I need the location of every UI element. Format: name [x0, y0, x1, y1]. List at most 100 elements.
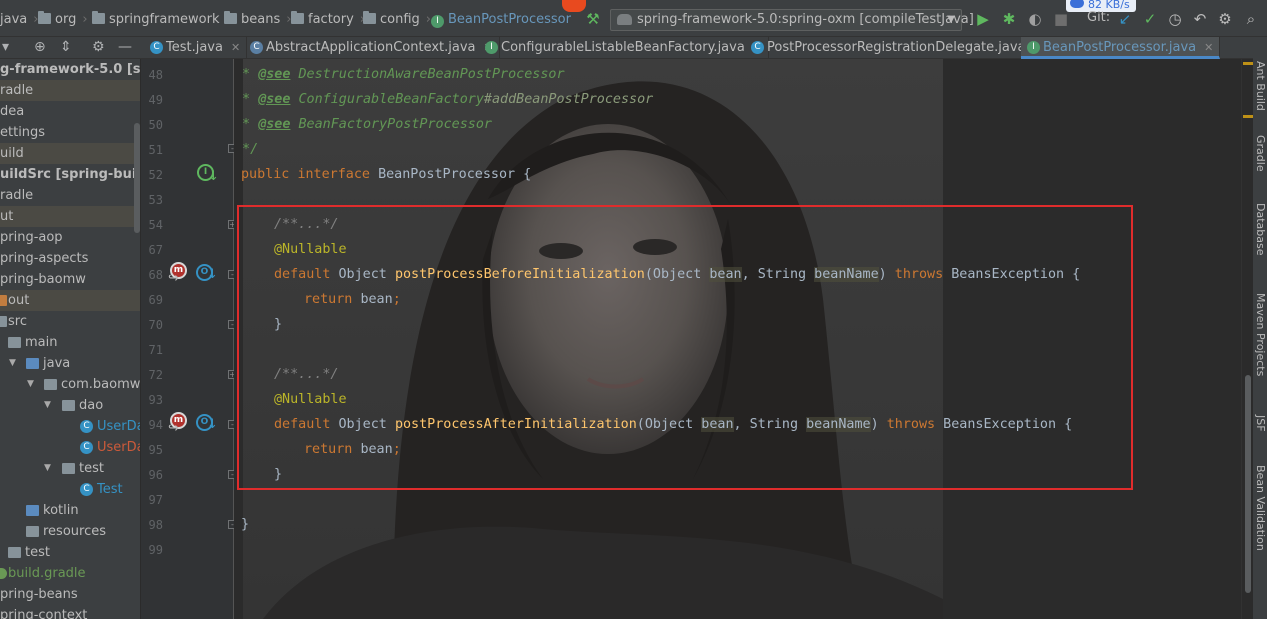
build-hammer-icon[interactable]: ⚒: [584, 10, 602, 28]
tab-configurable-listable-bean-factory[interactable]: IConfigurableListableBeanFactory.java✕: [479, 37, 770, 59]
chevron-down-icon[interactable]: ▼: [9, 353, 16, 374]
breadcrumb-factory[interactable]: factory›: [291, 11, 365, 29]
tree-item[interactable]: pring-aop: [0, 227, 140, 248]
code-line-51: */: [234, 142, 259, 157]
breadcrumb-springframework[interactable]: springframework›: [92, 11, 231, 29]
code-line-93: @Nullable: [274, 392, 347, 407]
tree-item-test[interactable]: test: [0, 542, 140, 563]
breadcrumb-org[interactable]: org ›: [38, 11, 88, 29]
git-update-icon[interactable]: ↙: [1116, 10, 1134, 28]
warning-stripe-marker[interactable]: [1243, 62, 1253, 65]
tree-item-out[interactable]: out: [0, 290, 140, 311]
warning-stripe-marker[interactable]: [1243, 115, 1253, 118]
locate-icon[interactable]: ⊕: [34, 39, 46, 55]
tree-item-resources[interactable]: resources: [0, 521, 140, 542]
tree-item[interactable]: pring-baomw: [0, 269, 140, 290]
code-editor[interactable]: * @see DestructionAwareBeanPostProcessor…: [234, 59, 1241, 619]
editor-scrollbar[interactable]: [1241, 59, 1253, 619]
gear-icon[interactable]: ⚙: [92, 39, 105, 55]
tree-item-java[interactable]: ▼ java: [0, 353, 140, 374]
tree-item-class[interactable]: C UserDa: [0, 416, 140, 437]
dropdown-icon[interactable]: ▾: [2, 39, 9, 55]
implementations-arrow-icon[interactable]: ↓: [207, 417, 218, 432]
debug-icon[interactable]: ✱: [1000, 10, 1018, 28]
breadcrumb-java[interactable]: java ›: [0, 11, 38, 29]
code-line-72-folded-doc[interactable]: /**...*/: [274, 362, 339, 387]
chevron-down-icon[interactable]: ▼: [44, 395, 51, 416]
folder-icon: [8, 337, 21, 348]
class-icon: C: [150, 41, 163, 54]
code-line-96: }: [274, 467, 283, 482]
overriding-arrow-icon[interactable]: ↪: [168, 421, 179, 436]
close-icon[interactable]: ✕: [231, 41, 240, 54]
tab-post-processor-registration-delegate[interactable]: CPostProcessorRegistrationDelegate.java✕: [745, 37, 1050, 59]
line-number: 97: [148, 493, 163, 507]
tool-database[interactable]: Database: [1253, 203, 1267, 256]
hide-icon[interactable]: —: [118, 39, 132, 55]
gradle-icon: [617, 14, 632, 25]
coverage-icon[interactable]: ◐: [1026, 10, 1044, 28]
implementations-arrow-icon[interactable]: ↓: [208, 169, 219, 184]
tree-item[interactable]: uild: [0, 143, 140, 164]
tab-abstract-application-context[interactable]: CAbstractApplicationContext.java✕: [244, 37, 500, 59]
chevron-down-icon[interactable]: ▼: [27, 374, 34, 395]
tree-item-class[interactable]: C Test: [0, 479, 140, 500]
tree-item-kotlin[interactable]: kotlin: [0, 500, 140, 521]
tab-bean-post-processor[interactable]: I BeanPostProcessor.java ✕: [1021, 37, 1221, 59]
overriding-arrow-icon[interactable]: ↪: [168, 271, 179, 286]
run-icon[interactable]: ▶: [974, 10, 992, 28]
folder-icon: [291, 11, 304, 24]
tree-item[interactable]: pring-beans: [0, 584, 140, 605]
tool-gradle[interactable]: Gradle: [1253, 135, 1267, 172]
revert-icon[interactable]: ↶: [1191, 10, 1209, 28]
tool-jsf[interactable]: JSF: [1253, 415, 1267, 432]
tree-item[interactable]: pring-context: [0, 605, 140, 619]
code-line-54-folded-doc[interactable]: /**...*/: [274, 212, 339, 237]
tree-scrollbar[interactable]: [134, 123, 140, 233]
folder-icon: [8, 547, 21, 558]
tool-ant-build[interactable]: Ant Build: [1253, 61, 1267, 111]
tree-item-build-gradle[interactable]: build.gradle: [0, 563, 140, 584]
tree-item-main[interactable]: main: [0, 332, 140, 353]
stop-icon[interactable]: ■: [1052, 10, 1070, 28]
run-configuration-select[interactable]: spring-framework-5.0:spring-oxm [compile…: [610, 9, 974, 31]
git-commit-icon[interactable]: ✓: [1141, 10, 1159, 28]
collapse-icon[interactable]: ⇕: [60, 39, 72, 55]
line-number: 94: [148, 418, 163, 432]
settings-icon[interactable]: ⚙: [1216, 10, 1234, 28]
package-icon: [62, 400, 75, 411]
line-number: 71: [148, 343, 163, 357]
tab-test-java[interactable]: C Test.java ✕: [144, 37, 248, 59]
tree-item[interactable]: ettings: [0, 122, 140, 143]
tree-item-package[interactable]: ▼ com.baomw: [0, 374, 140, 395]
history-icon[interactable]: ◷: [1166, 10, 1184, 28]
tree-item-test-package[interactable]: ▼ test: [0, 458, 140, 479]
tree-item[interactable]: uildSrc [spring-build-src: [0, 164, 140, 185]
interface-icon: I: [431, 15, 444, 28]
line-number: 49: [148, 93, 163, 107]
tree-item[interactable]: pring-aspects: [0, 248, 140, 269]
close-icon[interactable]: ✕: [1204, 41, 1213, 54]
run-configuration-label: spring-framework-5.0:spring-oxm [compile…: [637, 12, 974, 27]
implementations-arrow-icon[interactable]: ↓: [207, 267, 218, 282]
tree-item-class[interactable]: C UserDa: [0, 437, 140, 458]
tree-item-dao[interactable]: ▼ dao: [0, 395, 140, 416]
search-icon[interactable]: ⌕: [1242, 10, 1260, 28]
project-tree: g-framework-5.0 [spring radle dea etting…: [0, 59, 141, 619]
scrollbar-thumb[interactable]: [1245, 375, 1251, 593]
line-number: 99: [148, 543, 163, 557]
breadcrumb-beans[interactable]: beans ›: [224, 11, 291, 29]
tree-item[interactable]: radle: [0, 80, 140, 101]
tree-item[interactable]: radle: [0, 185, 140, 206]
breadcrumb-config[interactable]: config ›: [363, 11, 431, 29]
breadcrumb-beanpostprocessor[interactable]: I BeanPostProcessor: [431, 11, 571, 29]
class-icon: C: [80, 441, 93, 454]
line-number: 72: [148, 368, 163, 382]
tool-bean-validation[interactable]: Bean Validation: [1253, 465, 1267, 551]
chevron-down-icon[interactable]: ▼: [44, 458, 51, 479]
tool-maven-projects[interactable]: Maven Projects: [1253, 293, 1267, 376]
tree-item[interactable]: dea: [0, 101, 140, 122]
tree-item-src[interactable]: ▼src: [0, 311, 140, 332]
tree-item[interactable]: ut: [0, 206, 140, 227]
tree-item[interactable]: g-framework-5.0 [spring: [0, 59, 140, 80]
